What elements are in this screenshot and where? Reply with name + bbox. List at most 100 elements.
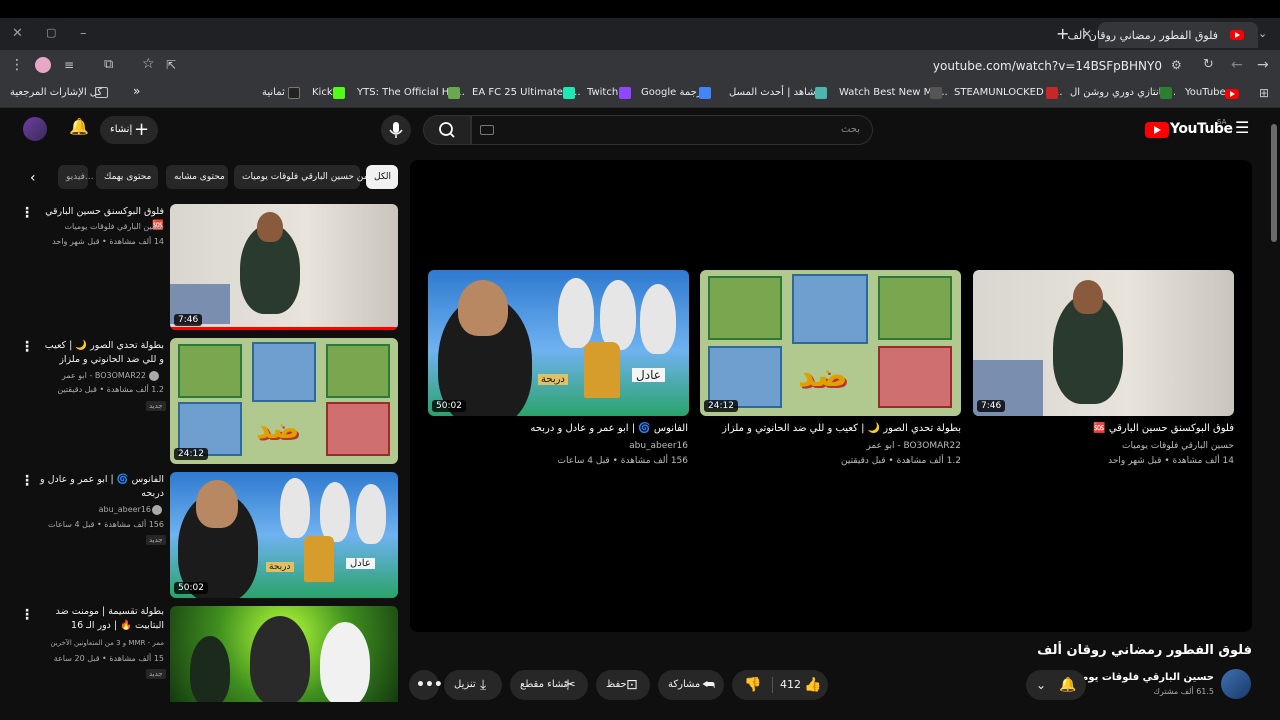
scrollbar-thumb[interactable]: [1271, 124, 1277, 242]
channel-avatar[interactable]: [1221, 669, 1251, 699]
endscreen-card-3[interactable]: عادل دربحة 50:02: [428, 270, 689, 416]
more-actions-button[interactable]: •••: [409, 670, 443, 700]
like-count[interactable]: 412: [780, 670, 801, 700]
chip-related[interactable]: محتوى مشابه: [166, 165, 228, 189]
watch-progress-bar: [170, 327, 398, 330]
profile-avatar[interactable]: [35, 57, 51, 73]
sidebar-title-2[interactable]: بطولة تحدي الصور 🌙 | كعيب و للي ضد الحان…: [40, 339, 164, 367]
extensions-icon[interactable]: ⧉: [104, 58, 113, 72]
window-maximize-icon[interactable]: ▢: [46, 26, 56, 39]
hamburger-menu-icon[interactable]: ☰: [1235, 120, 1249, 136]
tab-title: فلوق الفطور رمضاني روقان ألف: [1067, 29, 1218, 42]
sidebar-more-icon-1[interactable]: ⋮: [20, 205, 34, 221]
bookmark-shahid[interactable]: شاهد | أحدث المسل...: [729, 87, 825, 98]
endscreen-title-1[interactable]: فلوق البوكسنق حسين البارقي 🆘: [1093, 423, 1234, 434]
thumb-person: [320, 482, 350, 542]
address-bar-url[interactable]: youtube.com/watch?v=14BSFpBHNY0: [933, 59, 1162, 73]
bookmark-kick[interactable]: Kick: [312, 87, 333, 98]
thumb-person: [600, 280, 636, 350]
sidebar-title-3[interactable]: الفانوس 🌀 | ابو عمر و عادل و دربحه: [40, 473, 164, 501]
bookmark-youtube[interactable]: YouTube: [1185, 87, 1226, 98]
sidebar-thumbnail-4[interactable]: [170, 606, 398, 702]
region-code: SA: [1217, 118, 1227, 126]
sidebar-more-icon-4[interactable]: ⋮: [20, 607, 34, 623]
endscreen-title-3[interactable]: الفانوس 🌀 | ابو عمر و عادل و دربحه: [530, 423, 688, 434]
thumb-panel: [708, 346, 782, 408]
account-avatar[interactable]: [23, 117, 47, 141]
thumb-face: [458, 280, 508, 336]
sidebar-thumbnail-3[interactable]: عادل دربحة 50:02: [170, 472, 398, 598]
active-tab[interactable]: ✕ فلوق الفطور رمضاني روقان ألف: [1067, 22, 1258, 48]
sidebar-channel-3[interactable]: abu_abeer16: [99, 505, 151, 514]
search-button[interactable]: [423, 115, 471, 145]
forward-icon[interactable]: ←: [1231, 58, 1243, 72]
like-icon[interactable]: 👍: [804, 670, 821, 700]
chevron-down-icon: ⌄: [1036, 678, 1047, 692]
new-badge-3: جديد: [146, 535, 166, 545]
thumb-face: [257, 212, 283, 242]
sidebar-channel-1[interactable]: حسين البارقي فلوقات يوميات: [64, 222, 164, 231]
sidebar-channel-4[interactable]: ممر - MMR و 3 من المتعاونين الآخرين: [50, 639, 164, 647]
thumb-person: [356, 484, 386, 544]
sidebar-title-4[interactable]: بطولة تقسيمة | مومنت ضد البتابيت 🔥 | دور…: [40, 605, 164, 633]
site-settings-icon[interactable]: ⚙: [1171, 58, 1182, 72]
bookmark-star-icon[interactable]: ☆: [142, 57, 155, 71]
bookmark-thmanyah[interactable]: ثمانية: [262, 87, 285, 98]
subscribe-bell-button[interactable]: 🔔 ⌄: [1026, 670, 1086, 700]
youtube-logo-icon[interactable]: [1145, 122, 1169, 138]
endscreen-title-2[interactable]: بطولة تحدي الصور 🌙 | كعيب و للي ضد الحان…: [722, 423, 961, 434]
download-icon: ⤓: [480, 677, 487, 693]
save-button[interactable]: ⊡ حفظ: [596, 670, 650, 700]
back-icon[interactable]: →: [1257, 58, 1269, 72]
voice-search-button[interactable]: [381, 115, 411, 145]
sidebar-thumbnail-2[interactable]: ضد 24:12: [170, 338, 398, 464]
clip-label: إنشاء مقطع: [520, 679, 570, 690]
dislike-icon[interactable]: 👎: [744, 670, 761, 700]
search-input[interactable]: بحث: [471, 115, 873, 145]
new-badge-2: جديد: [146, 401, 166, 411]
search-placeholder: بحث: [840, 124, 860, 135]
window-close-icon[interactable]: ✕: [12, 26, 23, 41]
plus-icon: +: [134, 119, 150, 140]
thumb-face: [1073, 280, 1103, 314]
video-title: فلوق الفطور رمضاني روقان ألف: [1037, 643, 1252, 658]
window-minimize-icon[interactable]: –: [80, 26, 87, 41]
browser-menu-icon[interactable]: ⋮: [10, 58, 24, 72]
page-scrollbar[interactable]: [1270, 112, 1278, 716]
youtube-bookmark-icon: [1225, 89, 1239, 99]
chip-videos[interactable]: فيديو...: [58, 165, 94, 189]
sidebar-more-icon-2[interactable]: ⋮: [20, 339, 34, 355]
sidebar-thumbnail-1[interactable]: 7:46: [170, 204, 398, 330]
endscreen-meta-3: 156 ألف مشاهدة • قبل 4 ساعات: [557, 456, 688, 466]
save-bookmark-icon: ⊡: [626, 677, 638, 693]
sidebar-more-icon-3[interactable]: ⋮: [20, 473, 34, 489]
shahid-favicon-icon: [815, 87, 827, 99]
media-controls-icon[interactable]: ≡: [64, 58, 74, 72]
share-button[interactable]: ⮪ مشاركة: [658, 670, 724, 700]
chip-all[interactable]: الكل: [366, 165, 398, 189]
reload-icon[interactable]: ↻: [1203, 58, 1214, 72]
thumb-panel: [178, 344, 242, 398]
endscreen-card-2[interactable]: ضد 24:12: [700, 270, 961, 416]
sidebar-channel-2[interactable]: BO3OMAR22 - ابو عمر: [62, 371, 146, 380]
tab-search-chevron-icon[interactable]: ⌄: [1258, 27, 1267, 41]
more-bookmarks-chevron[interactable]: »: [133, 84, 140, 98]
bookmark-twitch[interactable]: Twitch: [587, 87, 618, 98]
chip-for-you[interactable]: محتوى يهمك: [96, 165, 158, 189]
chips-scroll-left-icon[interactable]: ‹: [30, 171, 36, 185]
chip-from-channel[interactable]: من حسين البارقي فلوقات يوميات: [234, 165, 368, 189]
notifications-bell-icon[interactable]: 🔔: [69, 119, 89, 135]
thumb-panel: [878, 276, 952, 340]
share-page-icon[interactable]: ⇱: [166, 58, 176, 72]
channel-name[interactable]: حسين البارقي فلوقات يوميات: [1064, 672, 1214, 683]
create-button[interactable]: + إنشاء: [100, 116, 158, 144]
apps-grid-icon[interactable]: ⊞: [1259, 86, 1269, 100]
duration-badge: 7:46: [977, 400, 1006, 412]
keyboard-icon[interactable]: [480, 125, 494, 135]
clip-button[interactable]: ✂ إنشاء مقطع: [510, 670, 588, 700]
download-button[interactable]: ⤓ تنزيل: [444, 670, 502, 700]
all-bookmarks-label[interactable]: كل الإشارات المرجعية: [10, 87, 102, 98]
bookmark-google-translate[interactable]: Google ترجمة: [641, 87, 705, 98]
divider: [772, 677, 773, 693]
endscreen-card-1[interactable]: 7:46: [973, 270, 1234, 416]
